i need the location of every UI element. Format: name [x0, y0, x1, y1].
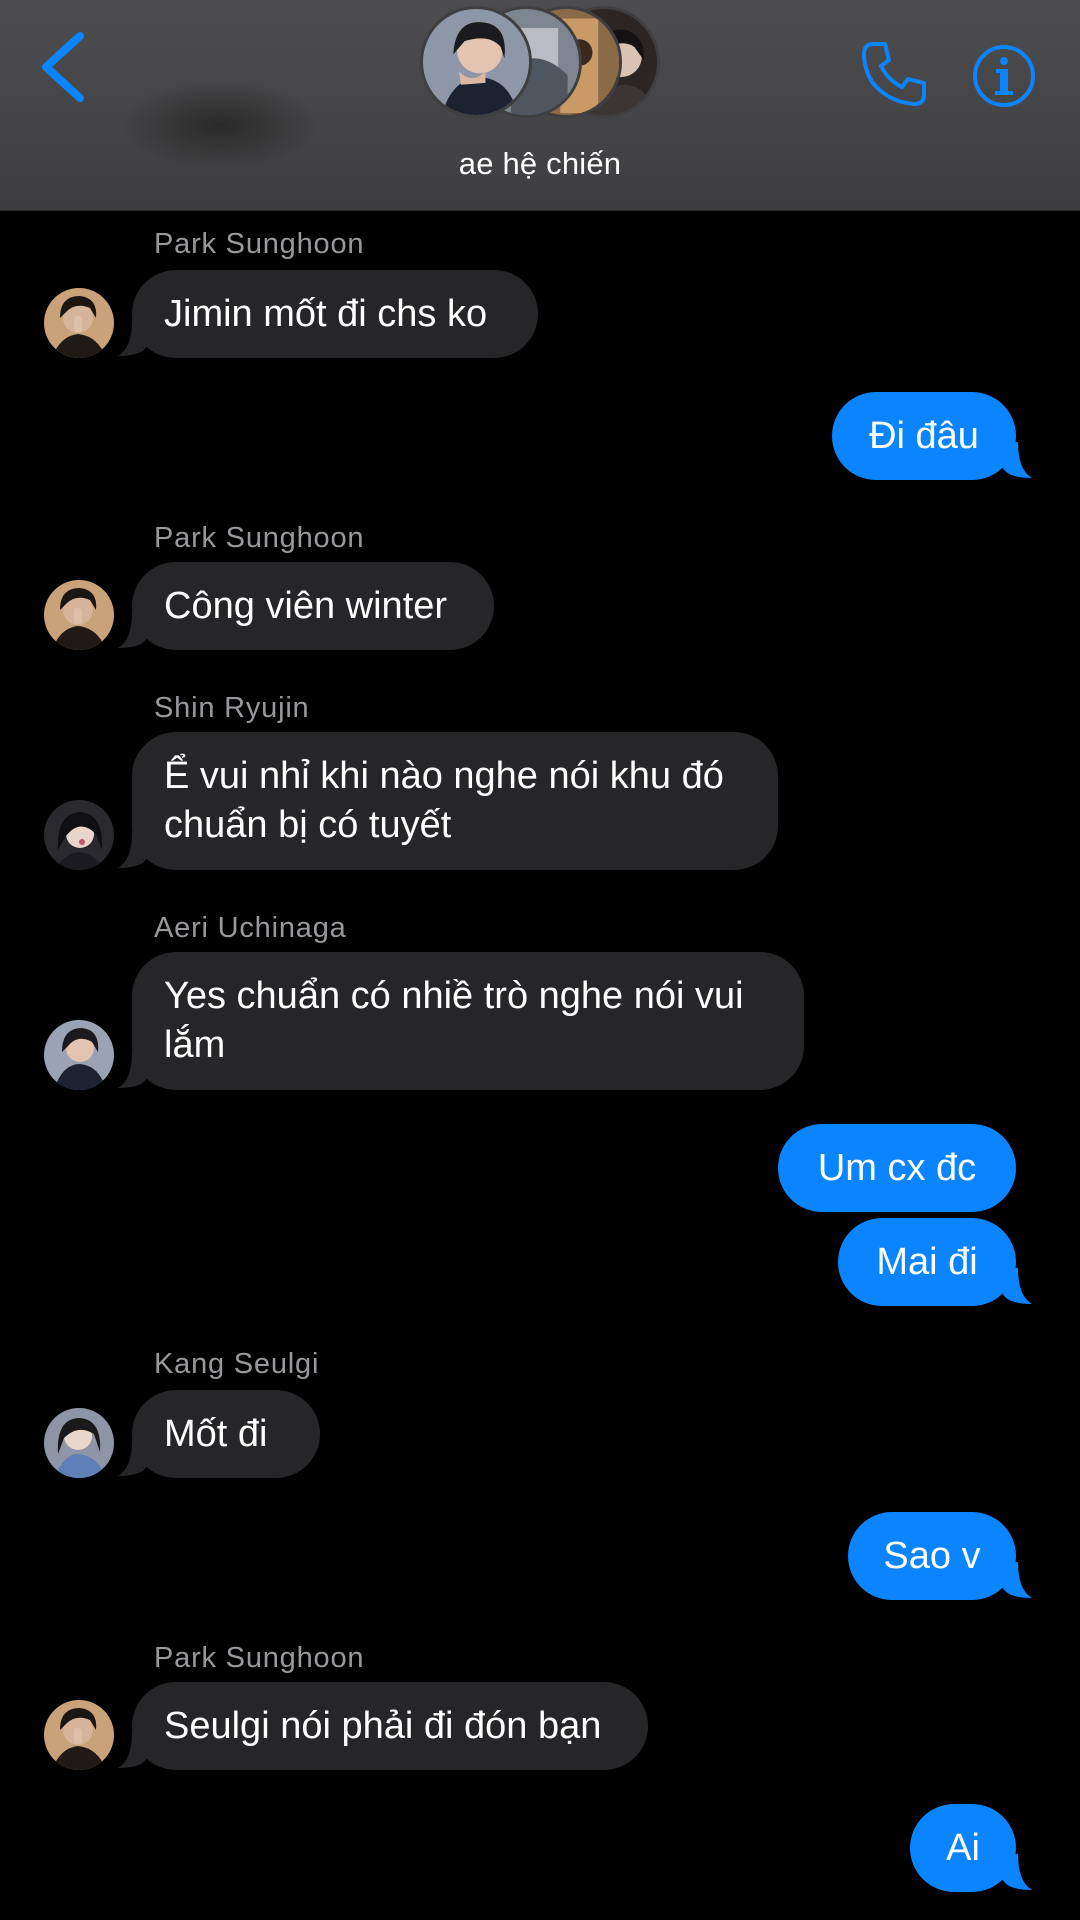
message-text: Seulgi nói phải đi đón bạn — [164, 1705, 602, 1747]
group-title[interactable]: ae hệ chiến — [0, 146, 1080, 182]
info-icon — [973, 45, 1035, 107]
chat-header: ae hệ chiến — [0, 0, 1080, 211]
phone-icon — [862, 42, 926, 106]
sender-name: Kang Seulgi — [154, 1348, 320, 1380]
avatar[interactable] — [44, 1408, 114, 1478]
bubble-tail — [1002, 1268, 1032, 1304]
bubble-tail — [118, 612, 148, 648]
message-bubble-incoming[interactable]: Seulgi nói phải đi đón bạn — [132, 1682, 648, 1770]
call-button[interactable] — [858, 38, 930, 110]
message-bubble-incoming[interactable]: Ể vui nhỉ khi nào nghe nói khu đó chuẩn … — [132, 732, 778, 870]
message-text: Mai đi — [876, 1241, 978, 1283]
avatar[interactable] — [44, 1700, 114, 1770]
message-text: Mốt đi — [164, 1413, 268, 1455]
avatar[interactable] — [44, 1020, 114, 1090]
sender-name: Park Sunghoon — [154, 228, 365, 260]
chevron-left-icon — [42, 32, 84, 102]
message-text: Sao v — [883, 1535, 981, 1577]
info-button[interactable] — [972, 44, 1036, 108]
group-avatar-stack[interactable] — [420, 6, 670, 122]
sender-name: Park Sunghoon — [154, 522, 365, 554]
message-text: Um cx đc — [817, 1147, 977, 1189]
sender-name: Aeri Uchinaga — [154, 912, 347, 944]
message-text: Yes chuẩn có nhiề trò nghe nói vui lắm — [164, 975, 755, 1066]
message-bubble-incoming[interactable]: Jimin mốt đi chs ko — [132, 270, 538, 358]
message-text: Đi đâu — [869, 415, 979, 457]
bubble-tail — [1002, 442, 1032, 478]
message-text: Ai — [946, 1827, 980, 1869]
bubble-tail — [118, 1440, 148, 1476]
group-avatar — [420, 6, 532, 118]
sender-name: Park Sunghoon — [154, 1642, 365, 1674]
chat-screen: ae hệ chiến Park Sunghoon Jimin mốt đi c… — [0, 0, 1080, 1920]
bubble-tail — [1002, 1854, 1032, 1890]
bubble-tail — [118, 1052, 148, 1088]
bubble-tail — [118, 832, 148, 868]
avatar[interactable] — [44, 800, 114, 870]
message-bubble-incoming[interactable]: Yes chuẩn có nhiề trò nghe nói vui lắm — [132, 952, 804, 1090]
message-bubble-incoming[interactable]: Mốt đi — [132, 1390, 320, 1478]
back-button[interactable] — [34, 30, 94, 104]
avatar[interactable] — [44, 580, 114, 650]
message-bubble-outgoing[interactable]: Sao v — [848, 1512, 1016, 1600]
bubble-tail — [1002, 1562, 1032, 1598]
message-text: Jimin mốt đi chs ko — [164, 293, 488, 335]
sender-name: Shin Ryujin — [154, 692, 310, 724]
bubble-tail — [118, 1732, 148, 1768]
avatar[interactable] — [44, 288, 114, 358]
message-text: Ể vui nhỉ khi nào nghe nói khu đó chuẩn … — [164, 755, 735, 846]
message-bubble-outgoing[interactable]: Um cx đc — [778, 1124, 1016, 1212]
bubble-tail — [118, 320, 148, 356]
message-text: Công viên winter — [164, 585, 448, 627]
message-bubble-outgoing[interactable]: Mai đi — [838, 1218, 1016, 1306]
message-bubble-incoming[interactable]: Công viên winter — [132, 562, 494, 650]
message-bubble-outgoing[interactable]: Đi đâu — [832, 392, 1016, 480]
